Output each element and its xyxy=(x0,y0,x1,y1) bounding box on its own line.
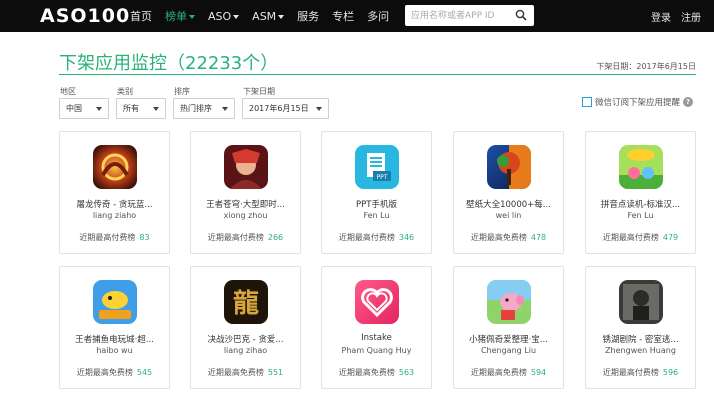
app-card[interactable]: 屠龙传奇 - 贪玩蓝... liang ziaho 近期最高付费榜 83 xyxy=(59,131,170,254)
chevron-down-icon xyxy=(316,107,322,111)
sort-label: 排序 xyxy=(174,87,190,96)
ppt-icon: PPT xyxy=(355,145,399,189)
top-navbar: ASO100 首页 榜单 ASO ASM 服务 专栏 多问 登录 注册 xyxy=(0,0,714,32)
rusty-lake-icon xyxy=(619,280,663,324)
app-developer: Zhengwen Huang xyxy=(605,346,676,355)
search-icon[interactable] xyxy=(515,9,527,21)
chevron-down-icon xyxy=(153,107,159,111)
app-card[interactable]: Instake Pham Quang Huy 近期最高免费榜 563 xyxy=(321,266,432,389)
app-rank: 近期最高付费榜 346 xyxy=(338,233,415,242)
app-developer: liang ziaho xyxy=(92,211,137,220)
app-developer: Chengang Liu xyxy=(480,346,537,355)
chevron-down-icon xyxy=(278,14,285,19)
help-icon[interactable]: ? xyxy=(683,97,693,107)
nav-home[interactable]: 首页 xyxy=(130,8,152,24)
region-label: 地区 xyxy=(60,87,76,96)
nav-qa[interactable]: 多问 xyxy=(367,8,389,24)
app-developer: wei lin xyxy=(495,211,522,220)
app-name: 王者捕鱼电玩城·超... xyxy=(75,335,154,345)
wechat-subscribe[interactable]: 微信订阅下架应用提醒 ? xyxy=(581,96,693,108)
app-card[interactable]: 壁纸大全10000+每... wei lin 近期最高免费榜 478 xyxy=(453,131,564,254)
app-name: 王者苍穹·大型即时... xyxy=(206,200,285,210)
app-rank: 近期最高免费榜 545 xyxy=(76,368,153,377)
chevron-down-icon xyxy=(189,15,195,19)
app-card[interactable]: PPT PPT手机版 Fen Lu 近期最高付费榜 346 xyxy=(321,131,432,254)
chevron-down-icon xyxy=(222,107,228,111)
date-label: 下架日期 xyxy=(243,87,275,96)
app-developer: Pham Quang Huy xyxy=(341,346,412,355)
app-name: 锈湖剧院 - 密室逃... xyxy=(602,335,679,345)
app-name: 拼音点读机-标准汉... xyxy=(600,200,681,210)
chevron-down-icon xyxy=(96,107,102,111)
login-link[interactable]: 登录 xyxy=(651,9,671,24)
app-name: 壁纸大全10000+每... xyxy=(466,200,551,210)
register-link[interactable]: 注册 xyxy=(681,9,701,24)
warrior-icon xyxy=(224,145,268,189)
app-name: 决战沙巴克 - 贪爱... xyxy=(207,335,284,345)
app-rank: 近期最高免费榜 478 xyxy=(470,233,547,242)
nav-columns[interactable]: 专栏 xyxy=(332,8,354,24)
app-developer: Fen Lu xyxy=(363,211,390,220)
delist-date-label: 下架日期：2017年6月15日 xyxy=(596,62,696,71)
title-divider xyxy=(59,74,696,75)
app-card[interactable]: 小猪佩奇爱整理·宝... Chengang Liu 近期最高免费榜 594 xyxy=(453,266,564,389)
app-rank: 近期最高免费榜 594 xyxy=(470,368,547,377)
app-card[interactable]: 王者苍穹·大型即时... xiong zhou 近期最高付费榜 266 xyxy=(190,131,301,254)
search-input[interactable] xyxy=(411,8,509,23)
dragon-legend-icon xyxy=(93,145,137,189)
app-rank: 近期最高免费榜 551 xyxy=(207,368,284,377)
aso100-logo[interactable]: ASO100 xyxy=(40,5,130,27)
app-rank: 近期最高付费榜 83 xyxy=(79,233,150,242)
dragon-char-icon: 龍 xyxy=(224,280,268,324)
fishing-icon xyxy=(93,280,137,324)
app-card[interactable]: 龍 决战沙巴克 - 贪爱... liang zihao 近期最高免费榜 551 xyxy=(190,266,301,389)
app-rank: 近期最高付费榜 479 xyxy=(602,233,679,242)
search-box xyxy=(405,5,534,26)
app-card[interactable]: 拼音点读机-标准汉... Fen Lu 近期最高付费榜 479 xyxy=(585,131,696,254)
peppa-icon xyxy=(487,280,531,324)
sort-select[interactable]: 热门排序 xyxy=(173,98,235,119)
category-select[interactable]: 所有 xyxy=(116,98,166,119)
app-name: 小猪佩奇爱整理·宝... xyxy=(469,335,548,345)
page-title: 下架应用监控（22233个） xyxy=(59,53,279,74)
app-name: Instake xyxy=(361,333,392,343)
nav-aso[interactable]: ASO xyxy=(208,10,240,23)
chevron-down-icon xyxy=(233,14,240,19)
main-nav: 首页 榜单 ASO ASM 服务 专栏 多问 xyxy=(130,0,402,32)
category-label: 类别 xyxy=(117,87,133,96)
auth-links: 登录 注册 xyxy=(641,0,701,32)
app-name: 屠龙传奇 - 贪玩蓝... xyxy=(76,200,153,210)
app-developer: xiong zhou xyxy=(223,211,268,220)
nav-rankings[interactable]: 榜单 xyxy=(165,8,195,24)
heart-icon xyxy=(355,280,399,324)
app-rank: 近期最高付费榜 596 xyxy=(602,368,679,377)
wechat-subscribe-label: 微信订阅下架应用提醒 xyxy=(594,98,680,108)
svg-text:PPT: PPT xyxy=(377,174,388,181)
app-name: PPT手机版 xyxy=(356,200,397,210)
app-card[interactable]: 王者捕鱼电玩城·超... haibo wu 近期最高免费榜 545 xyxy=(59,266,170,389)
pinyin-icon xyxy=(619,145,663,189)
app-rank: 近期最高付费榜 266 xyxy=(207,233,284,242)
nav-asm[interactable]: ASM xyxy=(252,10,285,23)
app-developer: Fen Lu xyxy=(627,211,654,220)
app-card[interactable]: 锈湖剧院 - 密室逃... Zhengwen Huang 近期最高付费榜 596 xyxy=(585,266,696,389)
subscribe-checkbox[interactable] xyxy=(581,97,592,107)
svg-text:龍: 龍 xyxy=(233,288,259,319)
app-developer: liang zihao xyxy=(223,346,268,355)
date-select[interactable]: 2017年6月15日 xyxy=(242,98,329,119)
app-rank: 近期最高免费榜 563 xyxy=(338,368,415,377)
app-developer: haibo wu xyxy=(96,346,133,355)
nav-services[interactable]: 服务 xyxy=(297,8,319,24)
wallpaper-icon xyxy=(487,145,531,189)
region-select[interactable]: 中国 xyxy=(59,98,109,119)
